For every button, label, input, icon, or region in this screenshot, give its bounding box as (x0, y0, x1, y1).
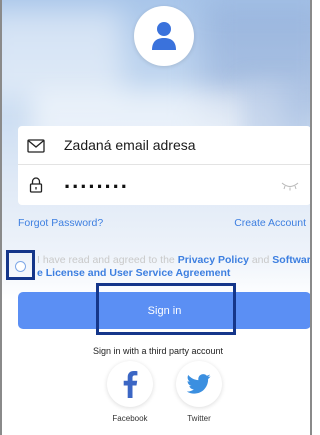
privacy-policy-link[interactable]: Privacy Policy (178, 254, 249, 266)
email-field[interactable]: Zadaná email adresa (18, 126, 310, 165)
agreement-text: I have read and agreed to the Privacy Po… (37, 254, 310, 267)
lock-icon (29, 177, 43, 193)
twitter-label: Twitter (187, 414, 211, 423)
software-license-link-part2[interactable]: e License and User Service Agreement (37, 267, 230, 280)
avatar (134, 6, 194, 66)
user-icon (152, 22, 176, 50)
password-value[interactable]: ........ (64, 168, 129, 194)
third-party-label: Sign in with a third party account (92, 346, 224, 356)
agreement-prefix: I have read and agreed to the (37, 254, 175, 266)
mail-icon (27, 139, 45, 153)
twitter-button[interactable] (176, 361, 222, 407)
eye-hidden-icon[interactable] (281, 180, 299, 192)
software-license-link-part1[interactable]: Softwar (272, 254, 310, 266)
login-screen: Zadaná email adresa ........ Forgot Pass… (0, 0, 312, 435)
sign-in-highlight-box (96, 283, 236, 335)
create-account-link[interactable]: Create Account (234, 217, 306, 229)
agree-highlight-box (6, 250, 35, 280)
twitter-icon (187, 374, 211, 394)
email-value[interactable]: Zadaná email adresa (64, 137, 196, 153)
facebook-button[interactable] (107, 361, 153, 407)
agreement-and: and (251, 254, 270, 266)
forgot-password-link[interactable]: Forgot Password? (18, 217, 103, 229)
facebook-icon (123, 371, 138, 398)
facebook-label: Facebook (112, 414, 148, 423)
password-field[interactable]: ........ (18, 166, 310, 205)
credentials-card: Zadaná email adresa ........ (18, 126, 310, 205)
